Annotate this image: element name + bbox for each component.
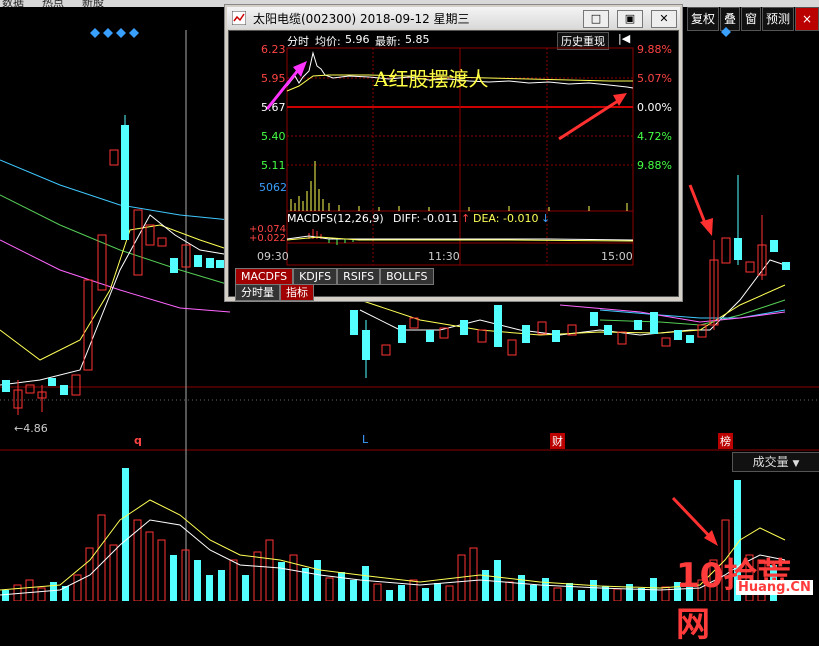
logo-sub: Huang.CN bbox=[736, 580, 813, 595]
pct-label-1: 9.88% bbox=[637, 43, 672, 56]
price-label-1: 6.23 bbox=[261, 43, 286, 56]
tab-intraday-volume[interactable]: 分时量 bbox=[235, 284, 280, 301]
site-logo: 10拾荒网 Huang.CN bbox=[676, 548, 818, 645]
title-bar[interactable]: 太阳电缆(002300) 2018-09-12 星期三 □ ▣ ✕ bbox=[227, 7, 680, 29]
low-price-label: ←4.86 bbox=[14, 422, 48, 435]
price-label-4: 5.40 bbox=[261, 130, 286, 143]
marker-l: L bbox=[362, 433, 369, 446]
macd-dea-value: -0.010 bbox=[503, 212, 539, 225]
time-label-open: 09:30 bbox=[257, 250, 289, 263]
close-window-icon[interactable]: ✕ bbox=[651, 10, 677, 28]
annotation-arrow-pct bbox=[558, 93, 627, 141]
indicator-tabs: MACDFS KDJFS RSIFS BOLLFS bbox=[235, 268, 434, 285]
watermark-text: A红股摆渡人 bbox=[374, 67, 489, 91]
annotation-arrow-main bbox=[688, 184, 713, 236]
marker-finance[interactable]: 财 bbox=[550, 433, 565, 449]
pct-label-2: 5.07% bbox=[637, 72, 672, 85]
volume-max-label: 5062 bbox=[259, 181, 287, 194]
chevron-down-icon: ▼ bbox=[792, 459, 800, 469]
app-icon bbox=[232, 11, 246, 25]
tab-macdfs[interactable]: MACDFS bbox=[235, 268, 294, 285]
intraday-popup-window: 太阳电缆(002300) 2018-09-12 星期三 □ ▣ ✕ 分时 均价:… bbox=[224, 4, 683, 302]
macd-dea-label: DEA: bbox=[473, 212, 500, 225]
pct-label-5: 9.88% bbox=[637, 159, 672, 172]
pct-label-4: 4.72% bbox=[637, 130, 672, 143]
price-label-3: 5.67 bbox=[261, 101, 286, 114]
macd-diff-label: DIFF: bbox=[393, 212, 421, 225]
tab-kdjfs[interactable]: KDJFS bbox=[293, 268, 338, 285]
intraday-panel: 分时 均价: 5.96 最新: 5.85 历史重现 |◀ 6.23 5.95 5… bbox=[228, 30, 679, 301]
dropdown-label: 成交量 bbox=[752, 455, 789, 469]
diff-up-arrow-icon: ↑ bbox=[461, 212, 471, 225]
window-title: 太阳电缆(002300) 2018-09-12 星期三 bbox=[253, 12, 470, 26]
time-label-noon: 11:30 bbox=[428, 250, 460, 263]
macd-value-2: +0.022 bbox=[249, 233, 287, 244]
time-label-close: 15:00 bbox=[601, 250, 633, 263]
logo-text: 10拾荒网 bbox=[676, 556, 792, 645]
tab-rsifs[interactable]: RSIFS bbox=[337, 268, 381, 285]
macd-name: MACDFS(12,26,9) bbox=[287, 212, 384, 225]
price-label-2: 5.95 bbox=[261, 72, 286, 85]
bottom-tabs: 分时量 指标 bbox=[235, 284, 314, 301]
tab-bollfs[interactable]: BOLLFS bbox=[380, 268, 434, 285]
marker-rank[interactable]: 榜 bbox=[718, 433, 733, 449]
indicator-dropdown[interactable]: 成交量 ▼ bbox=[732, 452, 819, 472]
tab-indicator[interactable]: 指标 bbox=[280, 284, 314, 301]
maximize-icon[interactable]: ▣ bbox=[617, 10, 643, 28]
annotation-arrow-volume bbox=[671, 496, 718, 546]
pct-label-3: 0.00% bbox=[637, 101, 672, 114]
macd-diff-value: -0.011 bbox=[423, 212, 459, 225]
marker-q: q bbox=[134, 434, 142, 447]
minimize-icon[interactable]: □ bbox=[583, 10, 609, 28]
price-label-5: 5.11 bbox=[261, 159, 286, 172]
dea-down-arrow-icon: ↓ bbox=[541, 212, 551, 225]
